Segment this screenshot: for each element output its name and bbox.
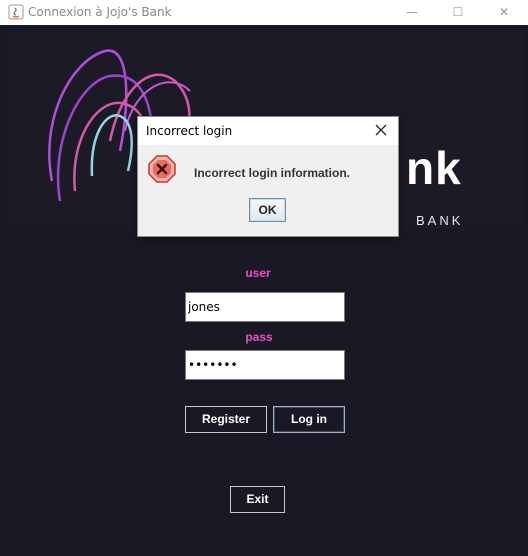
login-window: Connexion à Jojo's Bank — ☐ ✕ nk BANK us…	[0, 0, 528, 556]
minimize-button[interactable]: —	[389, 0, 435, 25]
dialog-message: Incorrect login information.	[194, 166, 351, 180]
ok-button[interactable]: OK	[249, 198, 286, 222]
username-input[interactable]	[185, 292, 345, 322]
pass-label: pass	[245, 330, 273, 344]
incorrect-login-dialog: Incorrect login Incorrect login informat…	[137, 116, 399, 237]
window-title: Connexion à Jojo's Bank	[28, 5, 172, 19]
error-icon	[148, 155, 176, 183]
title-bar: Connexion à Jojo's Bank — ☐ ✕	[0, 0, 528, 25]
close-window-button[interactable]: ✕	[481, 0, 527, 25]
login-button[interactable]: Log in	[273, 406, 345, 433]
maximize-button[interactable]: ☐	[435, 0, 481, 25]
close-icon[interactable]	[372, 121, 390, 139]
bank-brand-subtitle: BANK	[416, 213, 464, 228]
java-app-icon	[8, 4, 24, 20]
register-button[interactable]: Register	[185, 406, 267, 433]
dialog-title: Incorrect login	[146, 124, 233, 138]
password-input[interactable]	[185, 350, 345, 380]
bank-brand-name: nk	[406, 142, 462, 194]
user-label: user	[245, 266, 271, 280]
exit-button[interactable]: Exit	[230, 486, 285, 513]
dialog-title-bar: Incorrect login	[138, 117, 398, 145]
login-panel: nk BANK user pass Register Log in Exit	[0, 25, 528, 556]
